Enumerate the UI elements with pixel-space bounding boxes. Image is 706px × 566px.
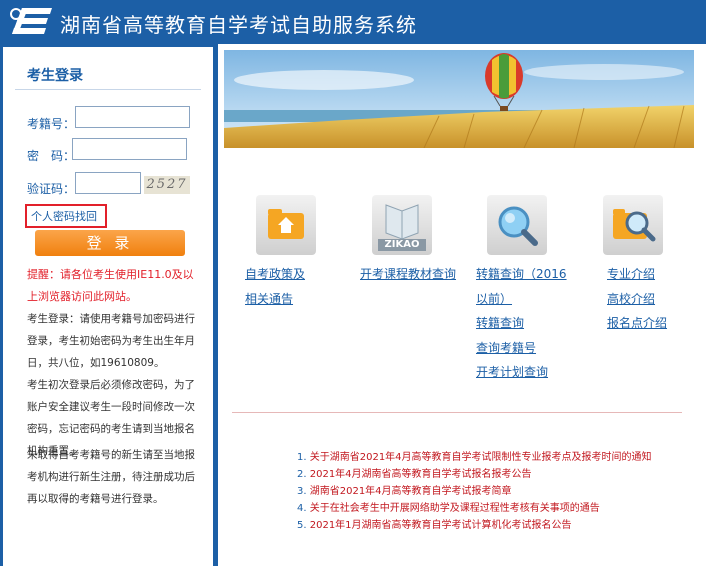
- link-policy-notices[interactable]: 自考政策及相关通告: [245, 262, 315, 312]
- policy-tile[interactable]: [256, 195, 316, 255]
- news-title[interactable]: 2021年1月湖南省高等教育自学考试计算机化考试报名公告: [310, 520, 572, 531]
- news-number: 3.: [297, 486, 307, 497]
- logo-icon: [10, 8, 52, 34]
- site-title: 湖南省高等教育自学考试自助服务系统: [60, 13, 417, 37]
- captcha-input[interactable]: [75, 172, 141, 194]
- login-info-3: 未取得自考考籍号的新生请至当地报考机构进行新生注册，待注册成功后再以取得的考籍号…: [27, 449, 195, 505]
- link-college-intro[interactable]: 高校介绍: [607, 287, 655, 312]
- link-transfer-query[interactable]: 转籍查询: [476, 311, 524, 336]
- transfer-tile[interactable]: [487, 195, 547, 255]
- news-item[interactable]: 1. 关于湖南省2021年4月高等教育自学考试限制性专业报考点及报考时间的通知: [297, 448, 652, 463]
- password-retrieve-link[interactable]: 个人密码找回: [25, 204, 107, 228]
- news-title[interactable]: 2021年4月湖南省高等教育自学考试报名报考公告: [310, 469, 532, 480]
- login-info-1: 考生登录：请使用考籍号加密码进行登录，考生初始密码为考生出生年月日，共八位，如1…: [27, 313, 195, 369]
- header-bar: 湖南省高等教育自学考试自助服务系统: [0, 0, 706, 44]
- banner-image: [224, 50, 694, 148]
- news-number: 4.: [297, 503, 307, 514]
- login-divider: [15, 89, 201, 90]
- link-transfer-query-2016[interactable]: 转籍查询（2016以前）: [476, 262, 571, 312]
- introduction-tile[interactable]: [603, 195, 663, 255]
- browser-notice: 提醒：请各位考生使用IE11.0及以上浏览器访问此网站。: [27, 268, 194, 303]
- link-major-intro[interactable]: 专业介绍: [607, 262, 655, 287]
- exam-number-label: 考籍号：: [27, 117, 76, 131]
- news-number: 2.: [297, 469, 307, 480]
- password-label: 密 码：: [27, 149, 76, 163]
- news-number: 1.: [297, 452, 307, 463]
- news-title[interactable]: 关于湖南省2021年4月高等教育自学考试限制性专业报考点及报考时间的通知: [310, 452, 652, 463]
- login-title: 考生登录: [27, 68, 83, 84]
- news-title[interactable]: 湖南省2021年4月高等教育自学考试报考简章: [310, 486, 512, 497]
- news-item[interactable]: 2. 2021年4月湖南省高等教育自学考试报名报考公告: [297, 465, 532, 480]
- zikao-icon-text: ZIKAO: [384, 239, 420, 250]
- folder-magnifier-icon: [613, 209, 656, 242]
- login-button[interactable]: 登 录: [35, 230, 185, 256]
- course-tile[interactable]: ZIKAO: [372, 195, 432, 255]
- news-item[interactable]: 3. 湖南省2021年4月高等教育自学考试报考简章: [297, 482, 512, 497]
- password-input[interactable]: [72, 138, 187, 160]
- folder-house-icon: [268, 209, 304, 239]
- captcha-label: 验证码：: [27, 182, 76, 196]
- link-registration-point-intro[interactable]: 报名点介绍: [607, 311, 667, 336]
- link-exam-plan-query[interactable]: 开考计划查询: [476, 360, 548, 385]
- captcha-image[interactable]: 2527: [144, 176, 190, 194]
- news-item[interactable]: 4. 关于在社会考生中开展网络助学及课程过程性考核有关事项的通告: [297, 499, 600, 514]
- news-title[interactable]: 关于在社会考生中开展网络助学及课程过程性考核有关事项的通告: [310, 503, 600, 514]
- login-panel: 考生登录 考籍号： 密 码： 验证码： 2527 个人密码找回 登 录 提醒：请…: [3, 47, 213, 566]
- section-divider: [232, 412, 682, 413]
- link-course-textbook[interactable]: 开考课程教材查询: [360, 262, 456, 287]
- magnifier-icon: [498, 206, 538, 246]
- news-number: 5.: [297, 520, 307, 531]
- news-item[interactable]: 5. 2021年1月湖南省高等教育自学考试计算机化考试报名公告: [297, 516, 572, 531]
- exam-number-input[interactable]: [75, 106, 190, 128]
- link-exam-number-query[interactable]: 查询考籍号: [476, 336, 536, 361]
